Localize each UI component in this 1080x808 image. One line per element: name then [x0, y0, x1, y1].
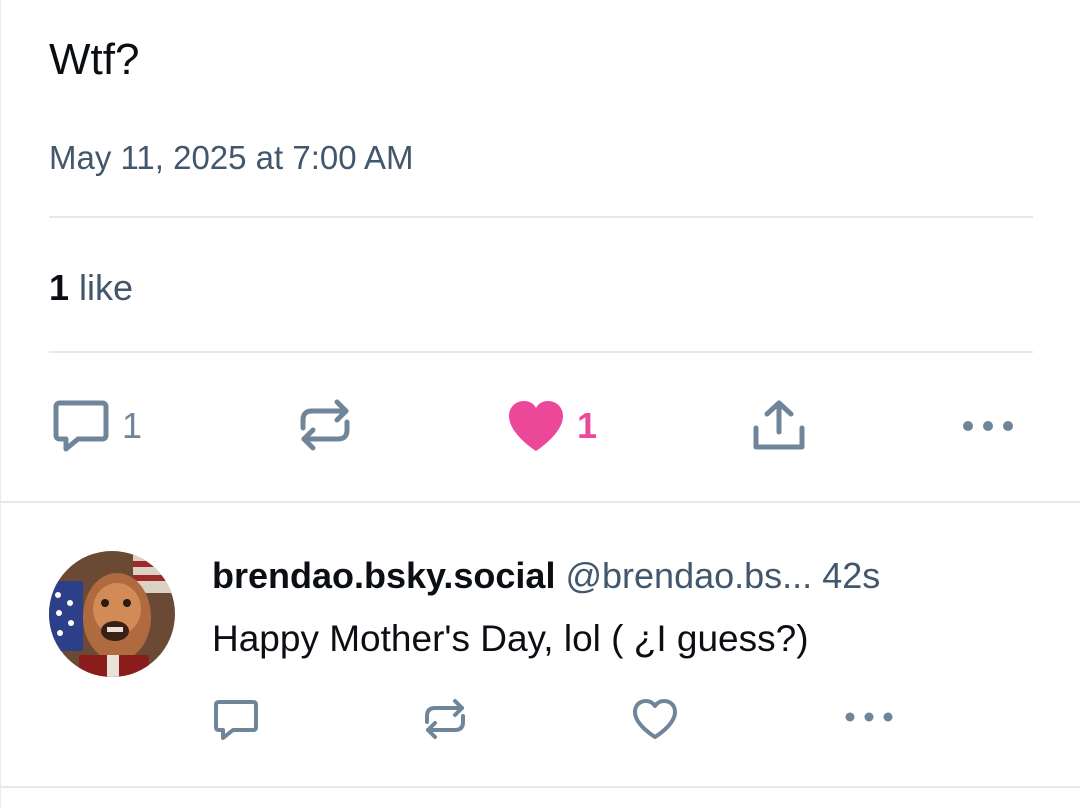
reply-like-button[interactable] [631, 697, 691, 741]
divider [1, 786, 1080, 788]
divider [1, 501, 1080, 503]
like-count: 1 [577, 405, 598, 446]
share-icon [753, 400, 805, 450]
reply-count: 1 [122, 405, 143, 446]
post-text: Wtf? [49, 35, 140, 84]
speech-bubble-icon [214, 700, 258, 740]
divider [49, 216, 1033, 218]
reply-repost-button[interactable] [422, 696, 480, 742]
heart-icon [509, 401, 563, 451]
share-button[interactable] [751, 398, 807, 452]
avatar-image [49, 551, 175, 677]
repost-arrows-icon [425, 699, 465, 739]
reply-more-options-button[interactable] [844, 710, 894, 724]
avatar[interactable] [49, 551, 175, 677]
speech-bubble-icon [53, 400, 109, 452]
likes-summary[interactable]: 1 like [49, 264, 133, 312]
reply-author-handle[interactable]: @brendao.bs... [565, 555, 812, 596]
repost-button[interactable] [297, 396, 365, 454]
reply-button[interactable]: 1 [52, 398, 142, 454]
ellipsis-icon [963, 421, 1013, 431]
reply-header: brendao.bsky.social @brendao.bs... 42s [212, 552, 1034, 600]
likes-label: like [79, 267, 134, 308]
likes-count: 1 [49, 267, 70, 308]
ellipsis-icon [845, 712, 893, 722]
like-button[interactable]: 1 [507, 399, 597, 453]
reply-text: Happy Mother's Day, lol ( ¿I guess?) [212, 618, 809, 659]
more-options-button[interactable] [961, 418, 1015, 434]
reply-author-name[interactable]: brendao.bsky.social [212, 555, 555, 596]
post-timestamp: May 11, 2025 at 7:00 AM [49, 139, 414, 176]
heart-icon [633, 699, 677, 739]
reply-age[interactable]: 42s [822, 555, 880, 596]
post-thread-view: Wtf? May 11, 2025 at 7:00 AM 1 like 1 1 [0, 0, 1080, 808]
divider [49, 351, 1033, 353]
reply-reply-button[interactable] [212, 698, 272, 742]
repost-arrows-icon [300, 399, 350, 451]
